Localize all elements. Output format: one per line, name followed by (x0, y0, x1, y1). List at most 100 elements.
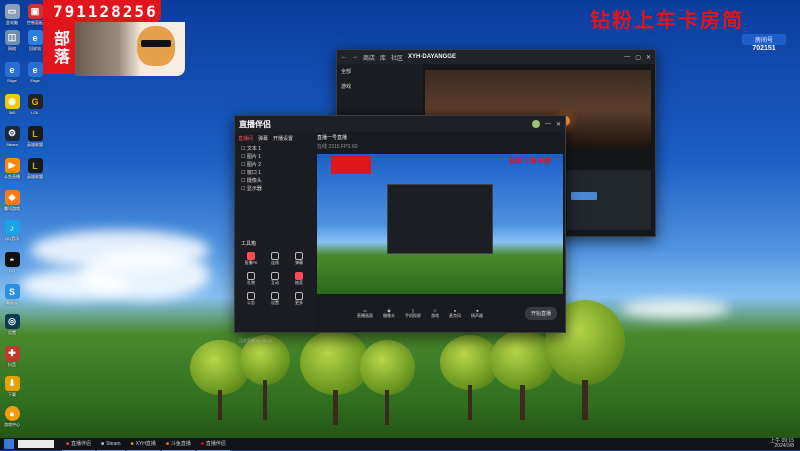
desktop-icon-5[interactable]: ▶ 斗鱼直播 (1, 158, 23, 180)
source-item[interactable]: ☐ 文本 1 (241, 145, 315, 153)
desktop-icon-13[interactable]: ● 游戏中心 (1, 406, 23, 428)
preview-room-badge (331, 156, 371, 174)
source-item[interactable]: ☐ 摄像头 (241, 177, 315, 185)
tab-settings[interactable]: 开播设置 (273, 135, 293, 142)
room-number-label: 房间号 (742, 34, 786, 45)
live-icon: ▶ (4, 158, 20, 173)
tree (360, 340, 415, 425)
app-icon: ■ (200, 440, 204, 447)
nav-library[interactable]: 库 (380, 53, 386, 62)
desktop-icon-1[interactable]: ◫ 网络 (1, 30, 23, 52)
source-item[interactable]: ☐ 图片 2 (241, 161, 315, 169)
app-icon: ■ (165, 440, 169, 447)
qq-icon: ◓ (4, 252, 20, 267)
edge-icon: e (27, 62, 43, 77)
taskbar-clock[interactable]: 上午 09:15 2024/3/8 (770, 439, 800, 449)
tool-button[interactable]: 公告 (239, 292, 263, 306)
tool-button[interactable]: 更多 (287, 292, 311, 306)
tool-grid: 直播PK 连线 弹幕 礼物 互动 抽奖 公告 设置 更多 (239, 252, 311, 306)
room-number-box: 房间号 702151 (742, 20, 786, 56)
forward-icon[interactable]: → (352, 54, 358, 60)
source-item[interactable]: ☐ 图片 1 (241, 153, 315, 161)
sidebar-label-games[interactable]: 游戏 (337, 79, 423, 94)
source-item[interactable]: ☐ 窗口 1 (241, 169, 315, 177)
bottom-bar: ▭ 直播画面 ◉ 摄像头 ▯ 手机投屏 ◇ 游戏 ● 麦克风 ◄ 扬声器 开始直播 (317, 298, 563, 328)
action-phone[interactable]: ▯ 手机投屏 (405, 308, 421, 319)
taskbar-item[interactable]: ■ Steam (97, 438, 125, 451)
source-item[interactable]: ☐ 显示器 (241, 185, 315, 193)
action-screen[interactable]: ▭ 直播画面 (357, 308, 373, 319)
stream-preview: 钻粉上车卡房 (317, 154, 563, 294)
taskbar: ■ 直播伴侣 ■ Steam ■ XYH直播 ■ 斗鱼直播 ■ 直播伴侣 上午 09:15… (0, 438, 800, 451)
tool-button[interactable]: 连线 (263, 252, 287, 266)
minimize-icon[interactable]: — (545, 121, 551, 127)
action-mic[interactable]: ● 麦克风 (449, 308, 461, 319)
close-icon[interactable]: ✕ (556, 121, 561, 128)
desktop-icon-2[interactable]: e Edge (1, 62, 23, 83)
taskbar-item[interactable]: ■ XYH直播 (126, 438, 160, 451)
start-live-button[interactable]: 开始直播 (524, 306, 557, 320)
room-id-overlay: 791128256 部落 (43, 0, 185, 78)
obs-left-panel: 直播间 弹幕 开播设置 ☐ 文本 1 ☐ 图片 1 ☐ 图片 2 ☐ 窗口 1 … (235, 132, 315, 343)
action-game[interactable]: ◇ 游戏 (431, 308, 439, 319)
tool-icon: S (4, 284, 20, 299)
nav-community[interactable]: 社区 (391, 53, 403, 62)
taskbar-item[interactable]: ■ 直播伴侣 (62, 438, 96, 451)
tab-danmu[interactable]: 弹幕 (258, 135, 268, 142)
back-icon[interactable]: ← (341, 54, 347, 60)
steam-icon: ■ (101, 440, 105, 447)
tool-button[interactable]: 设置 (263, 292, 287, 306)
minimize-icon[interactable]: — (624, 54, 630, 60)
desktop-icon-7[interactable]: ♪ QQ音乐 (1, 220, 23, 242)
tool-button[interactable]: 互动 (263, 272, 287, 286)
action-speaker[interactable]: ◄ 扬声器 (471, 308, 483, 319)
download-icon: ⬇ (4, 376, 20, 391)
desktop-icon-6[interactable]: ◆ 腾讯游戏 (1, 190, 23, 212)
desktop-icon-3[interactable]: ◉ 360 (1, 94, 23, 115)
computer-icon: ▭ (4, 4, 20, 19)
desktop-icon-9[interactable]: S 网易云 (1, 284, 23, 306)
scene-stats: 在线 2315 FPS 60 (317, 144, 358, 150)
app-icon: ■ (130, 440, 134, 447)
desktop-icon-12[interactable]: ⬇ 下载 (1, 376, 23, 398)
desktop-icon-0[interactable]: ▭ 此电脑 (1, 4, 23, 26)
lol-icon: L (27, 126, 43, 141)
tool-button[interactable]: 弹幕 (287, 252, 311, 266)
browser-titlebar: ← → 商店 库 社区 XYH-DAYANGGE — ▢ ✕ (337, 50, 655, 64)
action-camera[interactable]: ◉ 摄像头 (383, 308, 395, 319)
profile-title: XYH-DAYANGGE (408, 54, 456, 60)
preview-banner: 钻粉上车卡房 (509, 158, 551, 165)
desktop-icon-10[interactable]: ◎ 设置 (1, 314, 23, 336)
tool-button[interactable]: 直播PK (239, 252, 263, 266)
desktop-icon-11[interactable]: ✚ 抖音 (1, 346, 23, 368)
desktop-icon-8[interactable]: ◓ QQ (1, 252, 23, 273)
status-text: 正在直播 00:36:12 (239, 338, 272, 343)
banner-text: 钻粉上车卡房简 (590, 10, 744, 32)
desktop-icon-18[interactable]: L 英雄联盟 (24, 126, 46, 148)
tool-button[interactable]: 礼物 (239, 272, 263, 286)
desktop-icon-17[interactable]: G LOL (24, 94, 46, 115)
search-box[interactable] (18, 440, 54, 448)
lol-icon: L (27, 158, 43, 173)
panel-button[interactable] (571, 192, 597, 200)
sidebar-label-all[interactable]: 全部 (337, 64, 423, 79)
tool-title: 工具箱 (241, 241, 257, 247)
desktop-icon-4[interactable]: ⚙ Steam (1, 126, 23, 147)
start-icon[interactable] (4, 439, 14, 449)
tool-button[interactable]: 抽奖 (287, 272, 311, 286)
orange-app-icon: ● (4, 406, 20, 421)
obs-titlebar: 直播伴侣 — ✕ (235, 116, 565, 132)
desktop-icon-19[interactable]: L 英雄联盟 (24, 158, 46, 180)
close-icon[interactable]: ✕ (646, 54, 651, 61)
tab-live[interactable]: 直播间 (238, 135, 253, 142)
game-icon: ◆ (4, 190, 20, 205)
obs-window[interactable]: 直播伴侣 — ✕ 直播间 弹幕 开播设置 ☐ 文本 1 ☐ 图片 1 ☐ 图片 … (234, 115, 566, 343)
avatar[interactable] (531, 120, 540, 128)
maximize-icon[interactable]: ▢ (635, 54, 641, 61)
scene-title: 直播一号直播 (317, 135, 348, 141)
nav-store[interactable]: 商店 (363, 53, 375, 62)
taskbar-item[interactable]: ■ 直播伴侣 (196, 438, 230, 451)
browser-icon: e (27, 30, 43, 45)
taskbar-item[interactable]: ■ 斗鱼直播 (161, 438, 195, 451)
app-icon: ▣ (27, 4, 43, 19)
